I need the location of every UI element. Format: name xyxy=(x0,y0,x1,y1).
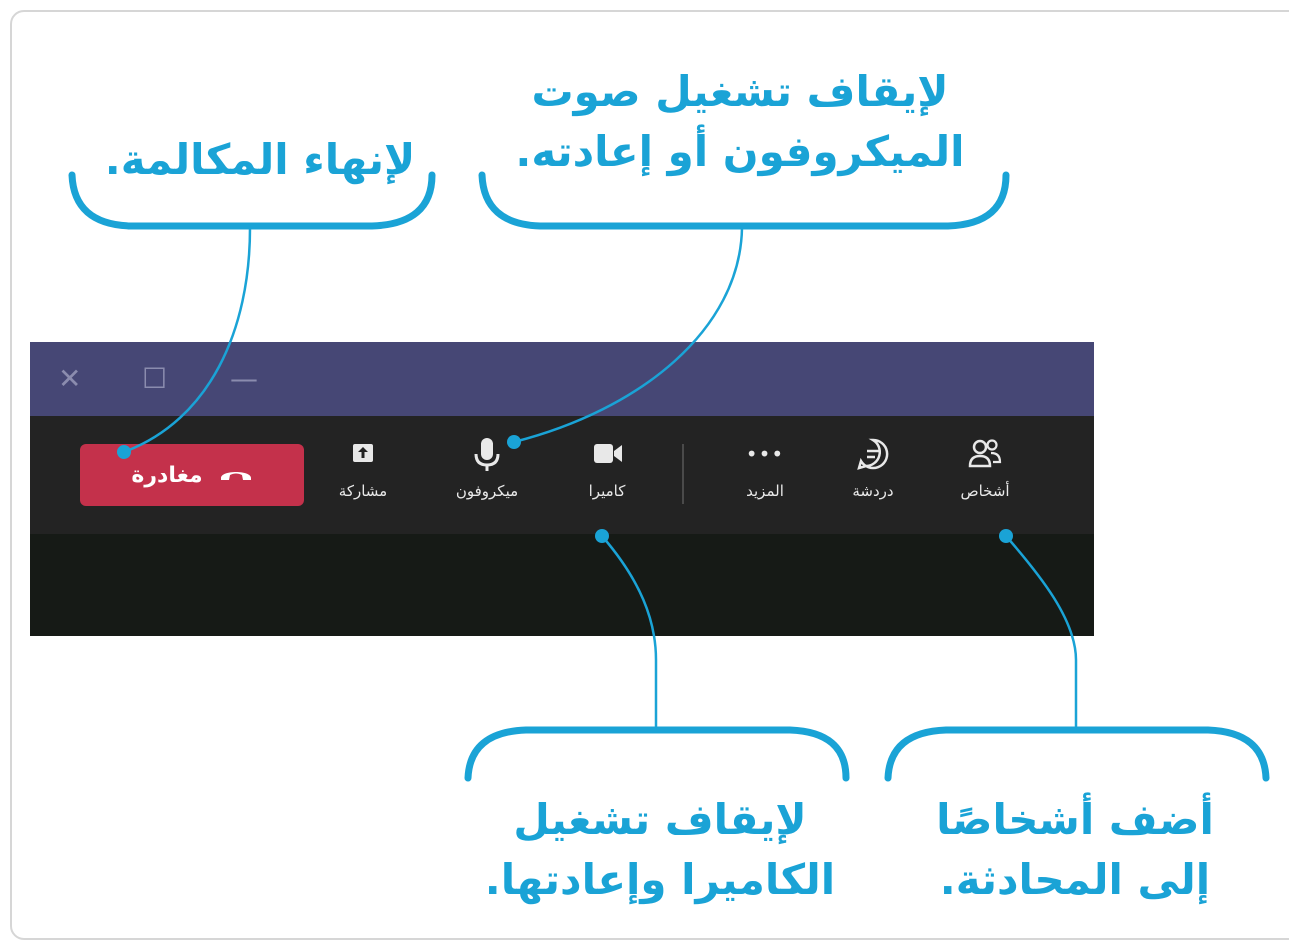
window-titlebar: ✕ ☐ — xyxy=(30,342,1094,416)
maximize-window-icon[interactable]: ☐ xyxy=(142,362,167,396)
video-area xyxy=(30,534,1094,636)
callout-camera: لإيقاف تشغيل الكاميرا وإعادتها. xyxy=(480,790,840,910)
minimize-window-icon[interactable]: — xyxy=(230,362,258,396)
people-button[interactable]: أشخاص xyxy=(940,434,1030,514)
share-button[interactable]: مشاركة xyxy=(318,434,408,514)
camera-label: كاميرا xyxy=(588,482,626,500)
more-dots-icon: ••• xyxy=(745,442,785,466)
phone-hangup-icon xyxy=(219,463,253,488)
meeting-window: ✕ ☐ — مغادرة مشاركة ميكروفون كاميرا ••• … xyxy=(30,342,1094,636)
callout-people-line1: أضف أشخاصًا xyxy=(936,795,1214,844)
meeting-toolbar: مغادرة مشاركة ميكروفون كاميرا ••• المزيد… xyxy=(30,416,1094,534)
leave-button-label: مغادرة xyxy=(131,462,203,488)
more-label: المزيد xyxy=(746,482,784,500)
video-camera-icon xyxy=(562,434,652,474)
people-label: أشخاص xyxy=(960,482,1010,500)
people-icon xyxy=(940,434,1030,474)
chat-bubble-icon xyxy=(828,434,918,474)
toolbar-divider xyxy=(682,444,684,504)
callout-microphone-line1: لإيقاف تشغيل صوت xyxy=(531,67,949,116)
chat-button[interactable]: دردشة xyxy=(828,434,918,514)
callout-camera-line2: الكاميرا وإعادتها. xyxy=(484,855,836,904)
callout-microphone: لإيقاف تشغيل صوت الميكروفون أو إعادته. xyxy=(500,62,980,182)
callout-people: أضف أشخاصًا إلى المحادثة. xyxy=(900,790,1250,910)
callout-microphone-line2: الميكروفون أو إعادته. xyxy=(515,127,965,176)
share-tray-icon xyxy=(318,434,408,474)
microphone-button[interactable]: ميكروفون xyxy=(442,434,532,514)
chat-label: دردشة xyxy=(852,482,894,500)
more-button[interactable]: ••• المزيد xyxy=(720,434,810,514)
callout-people-line2: إلى المحادثة. xyxy=(939,855,1211,904)
leave-button[interactable]: مغادرة xyxy=(80,444,304,506)
callout-end-call-text: لإنهاء المكالمة. xyxy=(104,135,416,184)
share-label: مشاركة xyxy=(338,482,388,500)
close-window-icon[interactable]: ✕ xyxy=(58,362,81,396)
microphone-icon xyxy=(442,434,532,474)
callout-camera-line1: لإيقاف تشغيل xyxy=(513,795,807,844)
camera-button[interactable]: كاميرا xyxy=(562,434,652,514)
callout-end-call: لإنهاء المكالمة. xyxy=(100,130,420,190)
microphone-label: ميكروفون xyxy=(455,482,519,500)
